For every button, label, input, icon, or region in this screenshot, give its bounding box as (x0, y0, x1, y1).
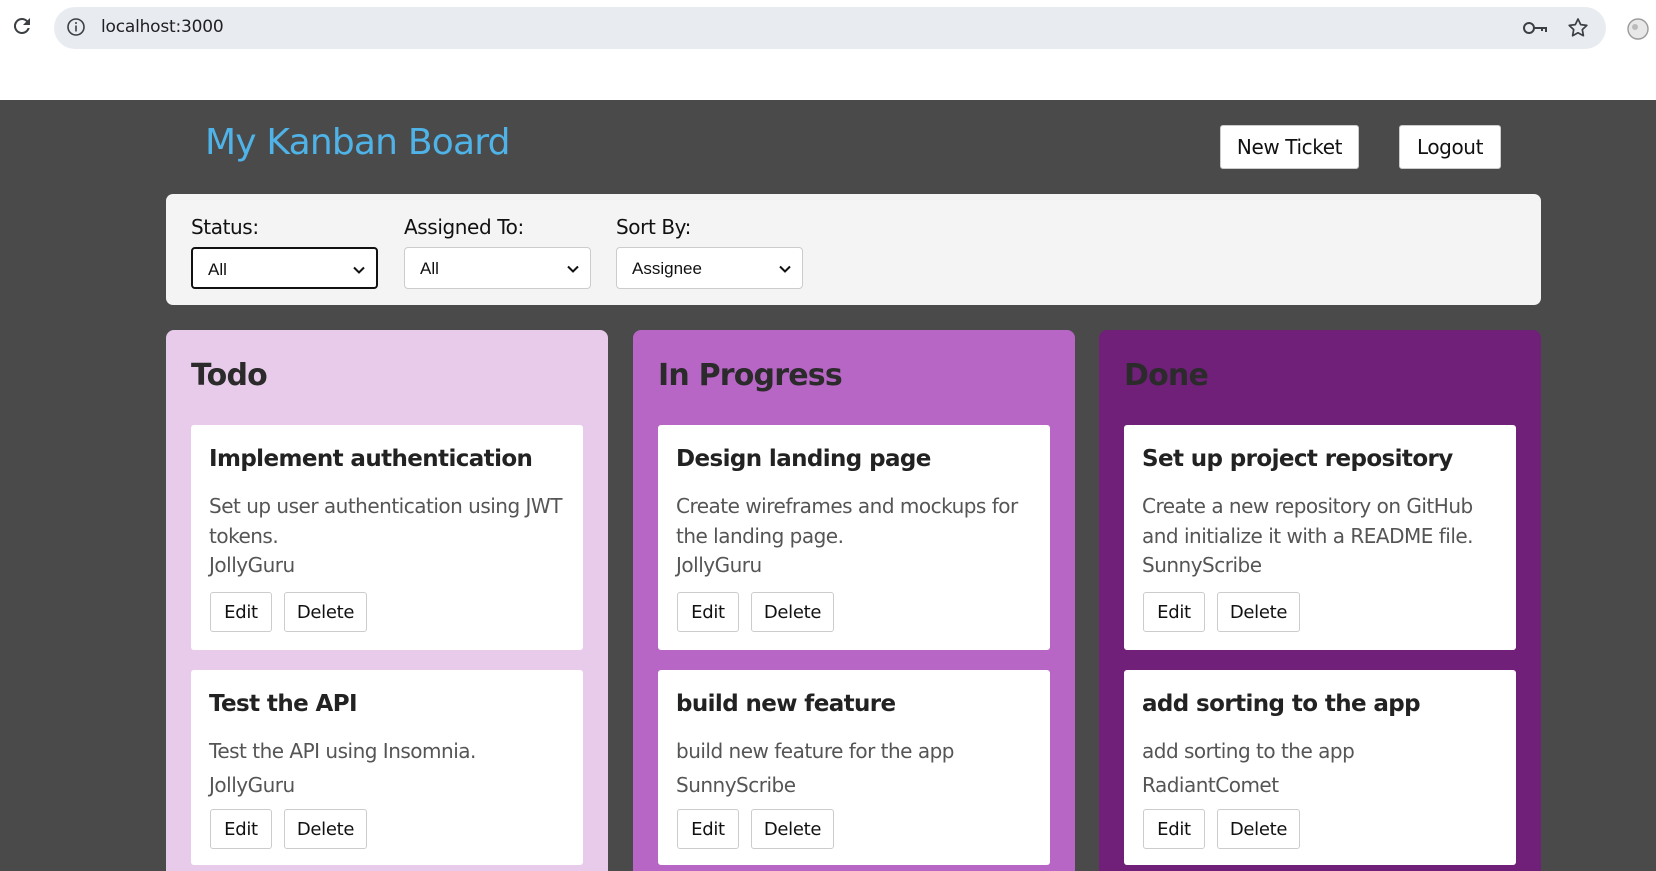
ticket-description: Set up user authentication using JWT tok… (209, 494, 562, 548)
chevron-down-icon (779, 265, 791, 273)
ticket-title: Implement authentication (209, 446, 533, 472)
chevron-down-icon (353, 266, 365, 274)
delete-button[interactable]: Delete (1217, 592, 1300, 632)
profile-icon[interactable] (1626, 17, 1650, 41)
status-select[interactable]: All (191, 247, 378, 289)
ticket-card: Design landing page Create wireframes an… (658, 425, 1050, 650)
address-bar[interactable] (54, 7, 1606, 49)
ticket-description: build new feature for the app (676, 739, 954, 763)
edit-button[interactable]: Edit (677, 592, 739, 632)
delete-button[interactable]: Delete (1217, 809, 1300, 849)
browser-chrome: localhost:3000 (0, 0, 1656, 100)
edit-button[interactable]: Edit (1143, 809, 1205, 849)
password-key-icon[interactable] (1522, 17, 1548, 39)
ticket-title: Test the API (209, 691, 358, 717)
ticket-description: Create a new repository on GitHub and in… (1142, 494, 1474, 548)
edit-button[interactable]: Edit (210, 592, 272, 632)
url-text[interactable]: localhost:3000 (101, 17, 224, 37)
sort-by-filter-label: Sort By: (616, 215, 691, 239)
chevron-down-icon (567, 265, 579, 273)
ticket-card: Test the API Test the API using Insomnia… (191, 670, 583, 865)
ticket-assignee: SunnyScribe (676, 773, 796, 797)
ticket-assignee: JollyGuru (209, 553, 295, 577)
edit-button[interactable]: Edit (1143, 592, 1205, 632)
assigned-to-filter: Assigned To: All (404, 215, 591, 289)
bookmark-star-icon[interactable] (1566, 16, 1590, 40)
edit-button[interactable]: Edit (677, 809, 739, 849)
status-filter-label: Status: (191, 215, 259, 239)
ticket-assignee: RadiantComet (1142, 773, 1279, 797)
ticket-card: build new feature build new feature for … (658, 670, 1050, 865)
column-in-progress: In Progress Design landing page Create w… (633, 330, 1075, 871)
column-title: Done (1124, 358, 1209, 393)
column-todo: Todo Implement authentication Set up use… (166, 330, 608, 871)
ticket-card: add sorting to the app add sorting to th… (1124, 670, 1516, 865)
ticket-title: Set up project repository (1142, 446, 1453, 472)
ticket-title: build new feature (676, 691, 896, 717)
assigned-to-select[interactable]: All (404, 247, 591, 289)
column-title: In Progress (658, 358, 843, 393)
sort-by-select-value: Assignee (632, 259, 702, 278)
sort-by-filter: Sort By: Assignee (616, 215, 803, 289)
ticket-assignee: SunnyScribe (1142, 553, 1262, 577)
edit-button[interactable]: Edit (210, 809, 272, 849)
ticket-title: Design landing page (676, 446, 931, 472)
delete-button[interactable]: Delete (751, 809, 834, 849)
reload-icon[interactable] (10, 14, 34, 38)
column-title: Todo (191, 358, 268, 393)
kanban-app: My Kanban Board New Ticket Logout Status… (0, 100, 1656, 871)
ticket-description: add sorting to the app (1142, 739, 1355, 763)
ticket-title: add sorting to the app (1142, 691, 1421, 717)
ticket-description: Test the API using Insomnia. (209, 739, 476, 763)
status-select-value: All (208, 260, 227, 279)
ticket-assignee: JollyGuru (676, 553, 762, 577)
page-title: My Kanban Board (205, 122, 510, 163)
site-info-icon[interactable] (66, 17, 86, 37)
logout-button[interactable]: Logout (1399, 125, 1501, 169)
sort-by-select[interactable]: Assignee (616, 247, 803, 289)
assigned-to-filter-label: Assigned To: (404, 215, 524, 239)
new-ticket-button[interactable]: New Ticket (1220, 125, 1359, 169)
filter-bar: Status: All Assigned To: All Sort By: As… (166, 194, 1541, 305)
ticket-card: Implement authentication Set up user aut… (191, 425, 583, 650)
delete-button[interactable]: Delete (284, 592, 367, 632)
assigned-to-select-value: All (420, 259, 439, 278)
column-done: Done Set up project repository Create a … (1099, 330, 1541, 871)
status-filter: Status: All (191, 215, 378, 289)
ticket-assignee: JollyGuru (209, 773, 295, 797)
ticket-card: Set up project repository Create a new r… (1124, 425, 1516, 650)
delete-button[interactable]: Delete (284, 809, 367, 849)
delete-button[interactable]: Delete (751, 592, 834, 632)
ticket-description: Create wireframes and mockups for the la… (676, 494, 1018, 548)
